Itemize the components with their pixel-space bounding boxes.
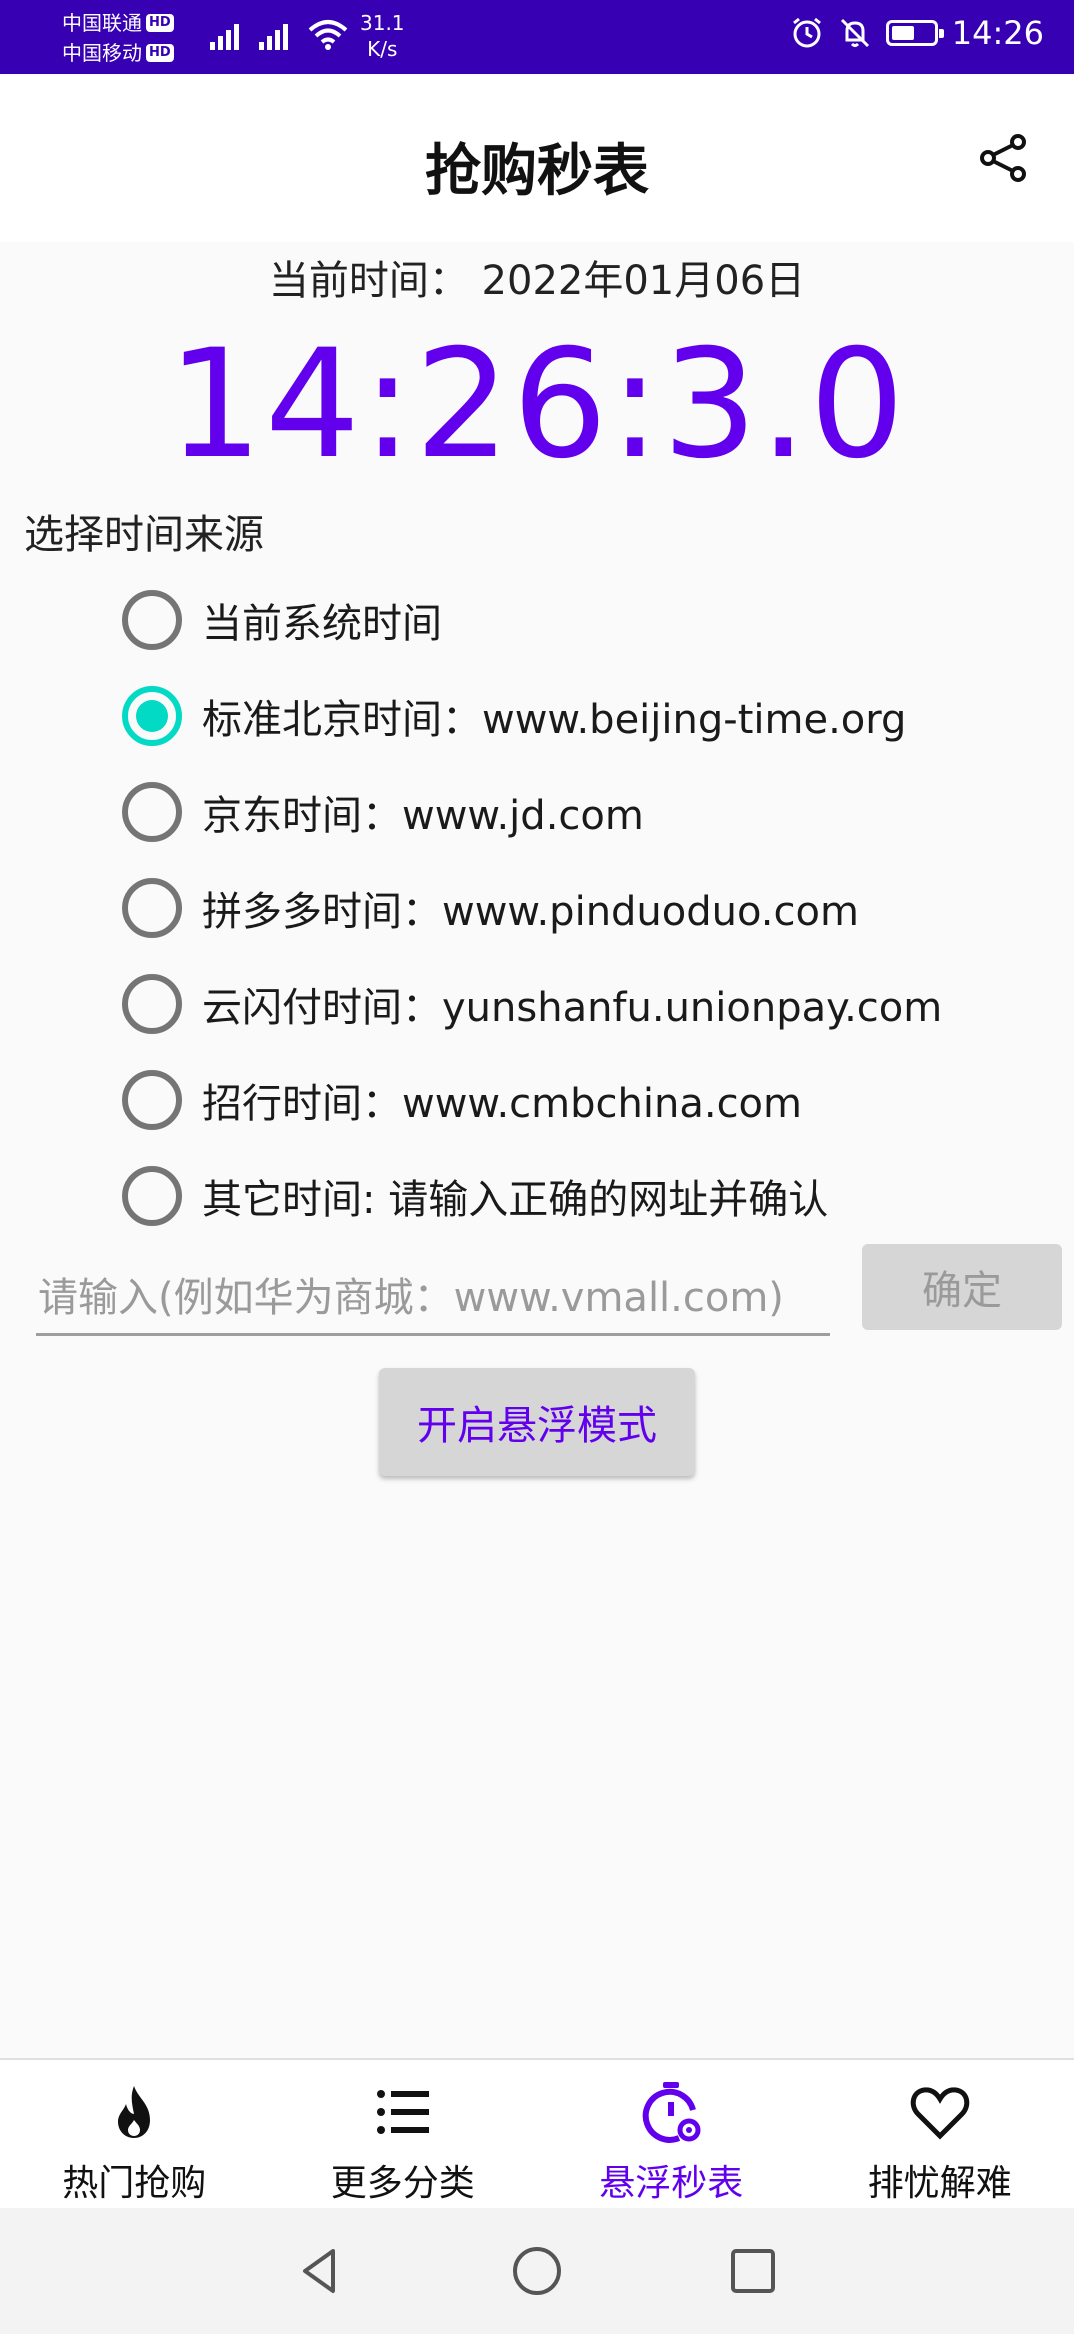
radio-button[interactable] [122,974,182,1034]
radio-label: 京东时间：www.jd.com [202,793,644,839]
signal-icons [210,18,348,50]
nav-label: 悬浮秒表 [599,2163,744,2204]
nav-label: 排忧解难 [867,2163,1012,2204]
radio-button[interactable] [122,590,182,650]
stopwatch-clock: 14:26:3.0 [167,318,907,492]
carrier-1-name: 中国联通 [62,11,142,35]
recents-square-icon[interactable] [725,2243,781,2299]
nav-label: 更多分类 [330,2163,475,2204]
battery-icon [885,20,944,46]
radio-label: 云闪付时间：yunshanfu.unionpay.com [202,985,943,1031]
flame-icon [118,2086,151,2138]
nav-item-more-categories[interactable]: 更多分类 [269,2060,538,2208]
share-icon[interactable] [976,130,1032,186]
app-bar: 抢购秒表 [0,74,1074,242]
stopwatch-gear-icon [643,2082,701,2143]
wifi-icon [308,20,348,50]
bottom-navigation: 热门抢购 更多分类 悬浮秒表 排忧解难 [0,2058,1074,2208]
custom-url-input[interactable] [36,1262,830,1336]
hd-badge: HD [146,44,174,62]
nav-item-hot-deals[interactable]: 热门抢购 [0,2060,269,2208]
nav-label: 热门抢购 [62,2163,207,2204]
network-speed: 31.1 K/s [360,10,405,62]
nav-item-help[interactable]: 排忧解难 [806,2060,1074,2208]
mute-bell-icon [840,18,869,48]
radio-button[interactable] [122,1166,182,1226]
network-speed-value: 31.1 [360,11,405,35]
time-source-radio-group: 当前系统时间 标准北京时间：www.beijing-time.org 京东时间：… [122,572,942,1244]
carrier-info: 中国联通 HD 中国移动 HD [62,8,174,68]
radio-button-checked[interactable] [122,686,182,746]
status-bar: 中国联通 HD 中国移动 HD 31.1 K/s 14:26 [0,0,1074,74]
radio-option-system-time[interactable]: 当前系统时间 [122,572,942,668]
status-time: 14:26 [951,14,1044,52]
radio-button[interactable] [122,878,182,938]
radio-button[interactable] [122,1070,182,1130]
hd-badge: HD [146,14,174,32]
radio-button[interactable] [122,782,182,842]
network-speed-unit: K/s [367,37,398,61]
radio-option-jd-time[interactable]: 京东时间：www.jd.com [122,764,942,860]
radio-option-unionpay-time[interactable]: 云闪付时间：yunshanfu.unionpay.com [122,956,942,1052]
current-date: 当前时间： 2022年01月06日 [268,258,806,304]
signal-strength-icon [210,18,239,50]
radio-label: 拼多多时间：www.pinduoduo.com [202,889,859,935]
radio-option-cmbchina-time[interactable]: 招行时间：www.cmbchina.com [122,1052,942,1148]
heart-icon [910,2087,970,2140]
radio-option-pinduoduo-time[interactable]: 拼多多时间：www.pinduoduo.com [122,860,942,956]
radio-label: 当前系统时间 [202,601,442,647]
system-navigation-bar [0,2208,1074,2334]
alarm-icon [792,17,821,48]
home-circle-icon[interactable] [509,2243,565,2299]
radio-option-beijing-time[interactable]: 标准北京时间：www.beijing-time.org [122,668,942,764]
radio-label: 其它时间: 请输入正确的网址并确认 [202,1177,829,1223]
signal-strength-icon [259,18,288,50]
confirm-button[interactable]: 确定 [862,1244,1062,1330]
radio-option-other-time[interactable]: 其它时间: 请输入正确的网址并确认 [122,1148,942,1244]
radio-label: 招行时间：www.cmbchina.com [202,1081,802,1127]
list-icon [376,2090,429,2134]
status-right-group: 14:26 [790,14,1044,52]
back-triangle-icon[interactable] [293,2243,349,2299]
float-mode-button[interactable]: 开启悬浮模式 [379,1368,695,1476]
time-source-label: 选择时间来源 [24,512,264,558]
page-title: 抢购秒表 [425,139,649,204]
carrier-2-name: 中国移动 [62,41,142,65]
radio-label: 标准北京时间：www.beijing-time.org [202,697,907,743]
nav-item-float-stopwatch[interactable]: 悬浮秒表 [537,2060,806,2208]
